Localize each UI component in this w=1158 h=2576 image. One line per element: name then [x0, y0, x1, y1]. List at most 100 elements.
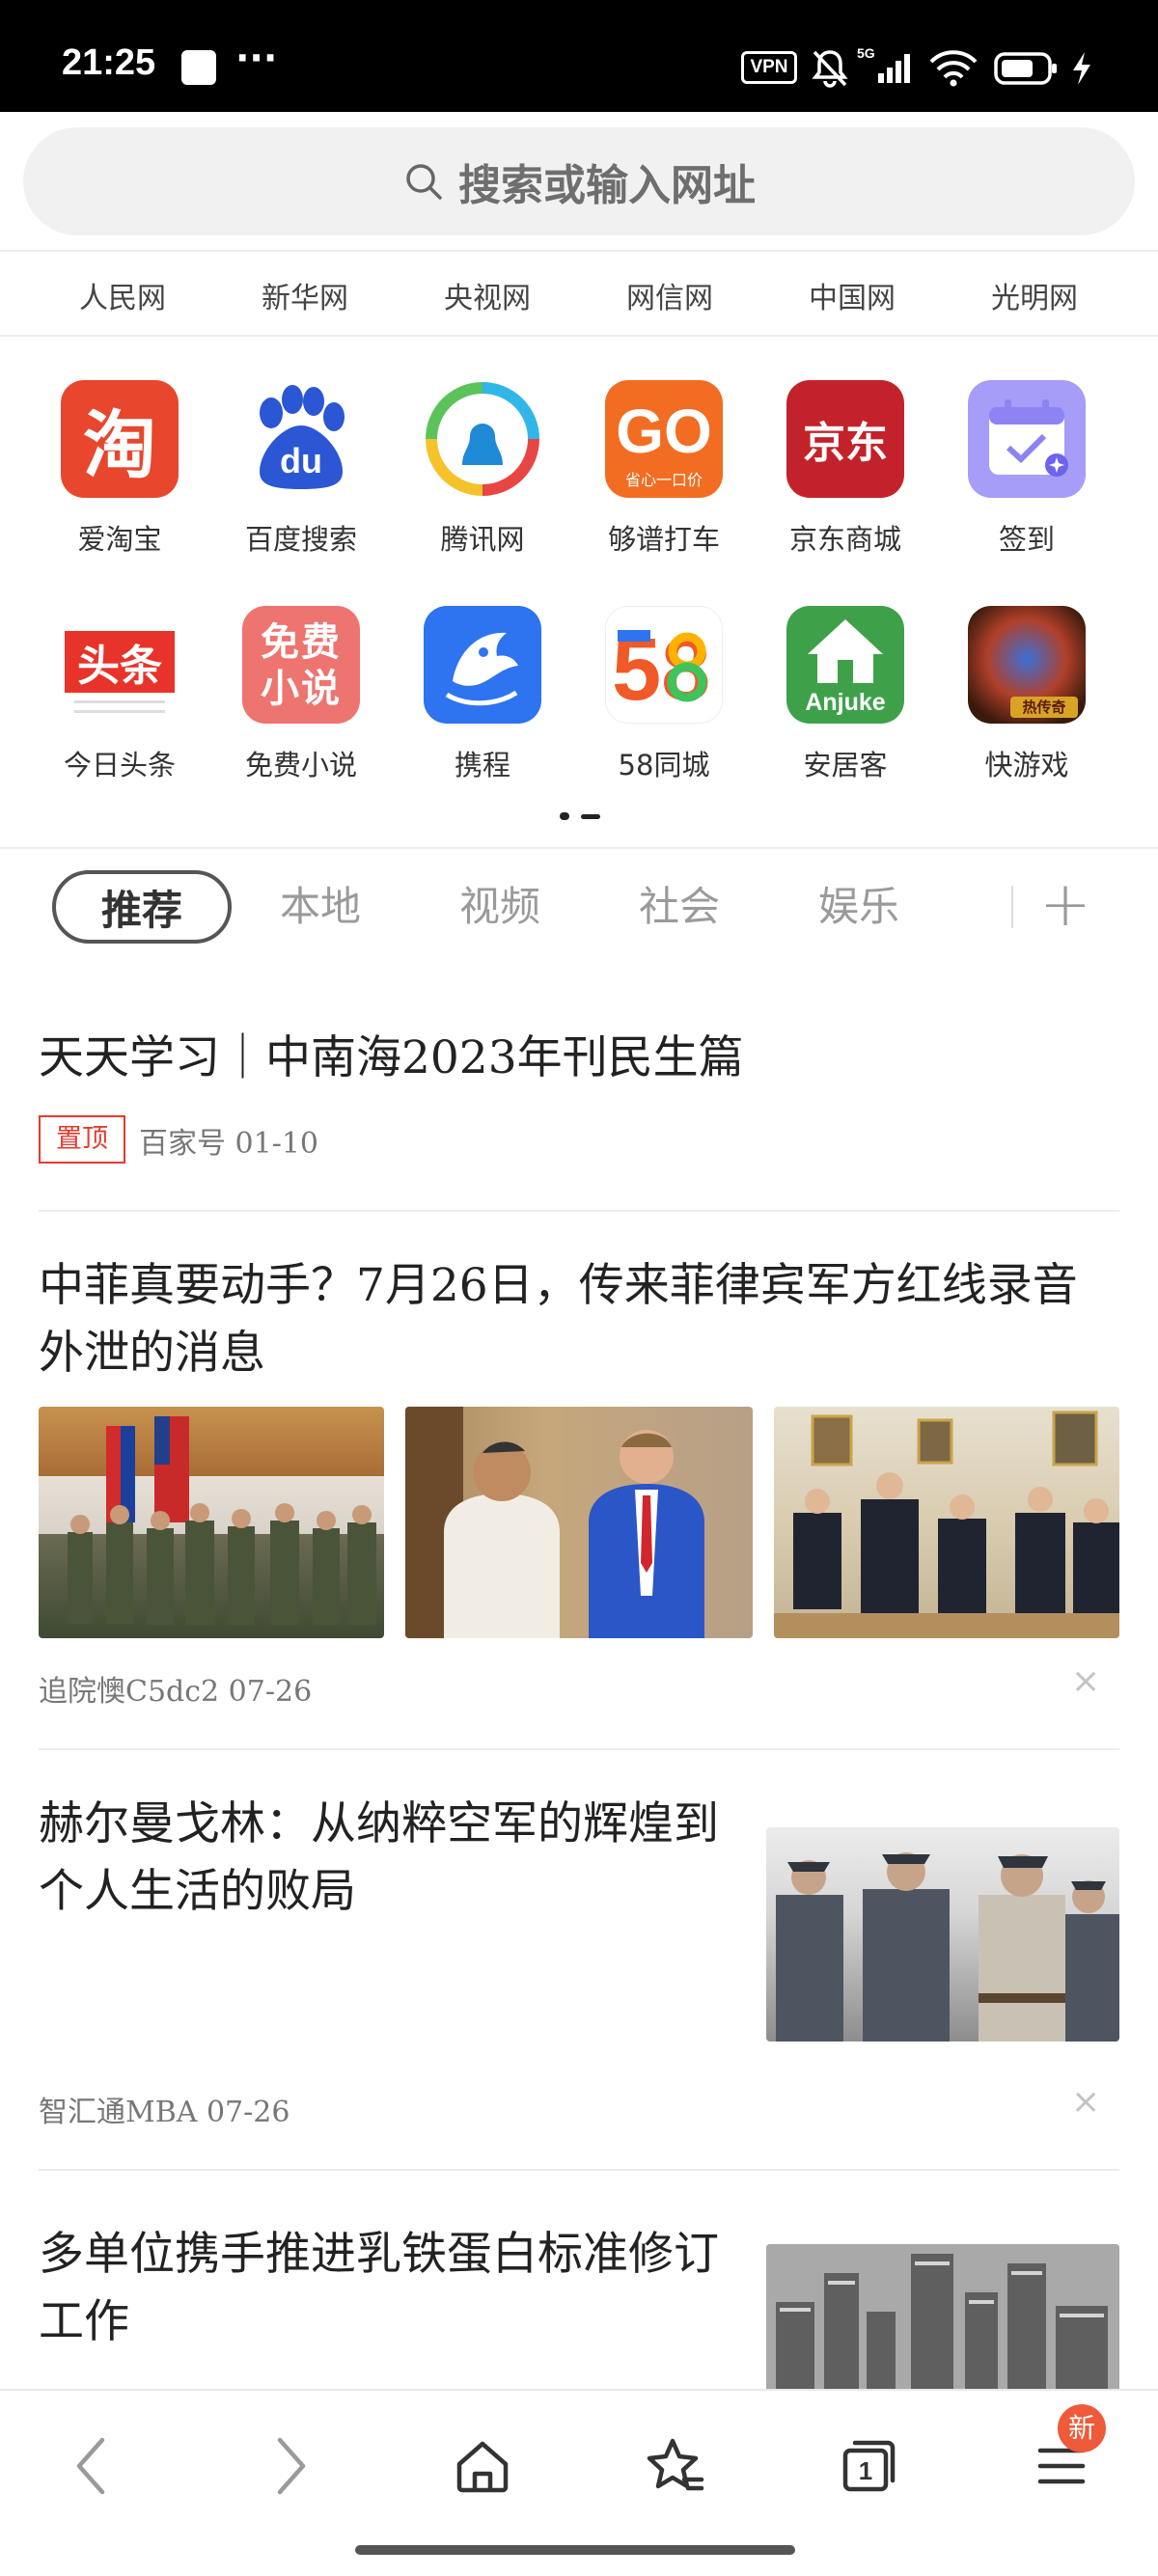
gesture-home-indicator[interactable] [355, 2545, 795, 2555]
battery-icon [994, 52, 1057, 85]
tab-local[interactable]: 本地 [262, 870, 378, 944]
app-label: 今日头条 [63, 749, 176, 781]
star-bookmarks-icon [647, 2438, 704, 2491]
app-label: 安居客 [803, 749, 888, 781]
back-button[interactable] [44, 2427, 141, 2505]
news-image-officers[interactable] [766, 1827, 1119, 2042]
pager-dot [581, 814, 600, 819]
search-placeholder: 搜索或输入网址 [458, 161, 756, 210]
tabs-count-icon: 1 [842, 2440, 896, 2492]
app-label: 快游戏 [984, 749, 1069, 781]
quick-link-yangshiwang[interactable]: 央视网 [397, 274, 578, 316]
baidu-icon: du [242, 380, 360, 498]
app-label: 爱淘宝 [77, 523, 162, 556]
charging-icon [1073, 52, 1090, 85]
app-novel[interactable]: 免费小说 免费小说 [210, 606, 392, 783]
app-label: 免费小说 [244, 749, 357, 781]
forward-button[interactable] [241, 2427, 338, 2505]
app-label: 腾讯网 [440, 523, 525, 556]
quick-link-zhongguowang[interactable]: 中国网 [761, 274, 943, 316]
divider [0, 250, 1158, 252]
news-source: 智汇通MBA 07-26 [39, 2096, 290, 2129]
news-title-line1[interactable]: 赫尔曼戈林：从纳粹空军的辉煌到 [39, 1791, 753, 1858]
tencent-icon [424, 380, 541, 498]
new-badge: 新 [1058, 2404, 1106, 2453]
chevron-left-icon [76, 2437, 105, 2495]
divider [39, 1210, 1119, 1212]
news-title-line2[interactable]: 工作 [39, 2288, 753, 2356]
app-label: 京东商城 [788, 523, 901, 556]
app-toutiao[interactable]: 头条 今日头条 [29, 606, 210, 783]
quick-links: 人民网 新华网 央视网 网信网 中国网 光明网 [0, 253, 1158, 334]
app-tencent[interactable]: 腾讯网 [392, 380, 573, 558]
search-icon [406, 164, 442, 200]
status-bar: 21:25 ··· VPN 5G [0, 0, 1158, 112]
svg-text:1: 1 [859, 2456, 872, 2485]
58-icon: 58 [605, 606, 723, 724]
app-checkin[interactable]: 签到 [936, 380, 1117, 558]
silent-bell-icon [812, 50, 848, 88]
svg-text:5G: 5G [857, 45, 875, 61]
anjuke-icon: Anjuke [786, 606, 904, 724]
news-title[interactable]: 天天学习｜中南海2023年刊民生篇 [39, 1025, 744, 1092]
jd-icon: 京东 [786, 380, 904, 498]
status-time: 21:25 [62, 42, 156, 83]
news-image-oval-office[interactable] [774, 1407, 1119, 1638]
svg-text:du: du [280, 441, 322, 480]
app-label: 百度搜索 [244, 523, 357, 556]
app-gopu-taxi[interactable]: GO 省心一口价 够谱打车 [573, 380, 755, 558]
app-ctrip[interactable]: 携程 [392, 606, 573, 783]
search-bar[interactable]: 搜索或输入网址 [23, 127, 1135, 235]
tab-recommend[interactable]: 推荐 [52, 870, 232, 944]
news-title-line2[interactable]: 外泄的消息 [39, 1320, 265, 1387]
news-source: 追院懊C5dc2 07-26 [39, 1675, 313, 1709]
app-game[interactable]: 热传奇 快游戏 [936, 606, 1117, 783]
tab-separator [1011, 886, 1013, 928]
favorites-button[interactable] [627, 2427, 724, 2505]
app-jd[interactable]: 京东 京东商城 [755, 380, 936, 558]
vpn-icon: VPN [741, 51, 797, 84]
quick-link-renminwang[interactable]: 人民网 [32, 274, 213, 316]
pinned-badge: 置顶 [39, 1115, 125, 1164]
home-icon [456, 2441, 509, 2493]
news-image-leaders[interactable] [405, 1407, 753, 1638]
quick-link-wangxinwang[interactable]: 网信网 [579, 274, 760, 316]
game-icon: 热传奇 [968, 606, 1086, 724]
signal-5g-icon: 5G [857, 45, 910, 83]
toutiao-icon: 头条 [61, 606, 179, 724]
dismiss-news-button[interactable]: × [1071, 1661, 1100, 1701]
news-title-line2[interactable]: 个人生活的败局 [39, 1858, 753, 1926]
news-title-line1[interactable]: 多单位携手推进乳铁蛋白标准修订 [39, 2221, 753, 2288]
chevron-right-icon [277, 2437, 306, 2495]
home-button[interactable] [434, 2427, 531, 2505]
divider [39, 1748, 1119, 1750]
gopu-taxi-icon: GO 省心一口价 [605, 380, 723, 498]
app-label: 够谱打车 [607, 523, 720, 556]
tab-entertainment[interactable]: 娱乐 [801, 870, 917, 944]
app-label: 58同城 [618, 749, 710, 781]
tab-society[interactable]: 社会 [621, 870, 737, 944]
taobao-icon: 淘 [61, 380, 179, 498]
app-baidu[interactable]: du 百度搜索 [210, 380, 392, 558]
novel-icon: 免费小说 [242, 606, 360, 724]
notification-app-icon [181, 50, 216, 85]
wifi-icon [929, 50, 978, 87]
dismiss-news-button[interactable]: × [1071, 2082, 1100, 2122]
news-image-city[interactable] [766, 2244, 1119, 2389]
app-label: 签到 [998, 523, 1055, 556]
tabs-button[interactable]: 1 [820, 2427, 917, 2505]
news-title-line1[interactable]: 中菲真要动手？7月26日，传来菲律宾军方红线录音 [39, 1252, 1078, 1320]
add-tab-button[interactable]: + [1036, 866, 1094, 944]
app-58[interactable]: 58 58同城 [573, 606, 755, 783]
news-image-soldiers[interactable] [39, 1407, 384, 1638]
app-taobao[interactable]: 淘 爱淘宝 [29, 380, 210, 558]
divider [0, 335, 1158, 337]
tab-video[interactable]: 视频 [442, 870, 558, 944]
divider [39, 2169, 1119, 2171]
app-label: 携程 [454, 749, 510, 781]
quick-link-guangmingwang[interactable]: 光明网 [944, 274, 1125, 316]
checkin-icon [968, 380, 1086, 498]
more-notifications-icon: ··· [235, 37, 278, 79]
app-anjuke[interactable]: Anjuke 安居客 [755, 606, 936, 783]
quick-link-xinhuawang[interactable]: 新华网 [214, 274, 396, 316]
